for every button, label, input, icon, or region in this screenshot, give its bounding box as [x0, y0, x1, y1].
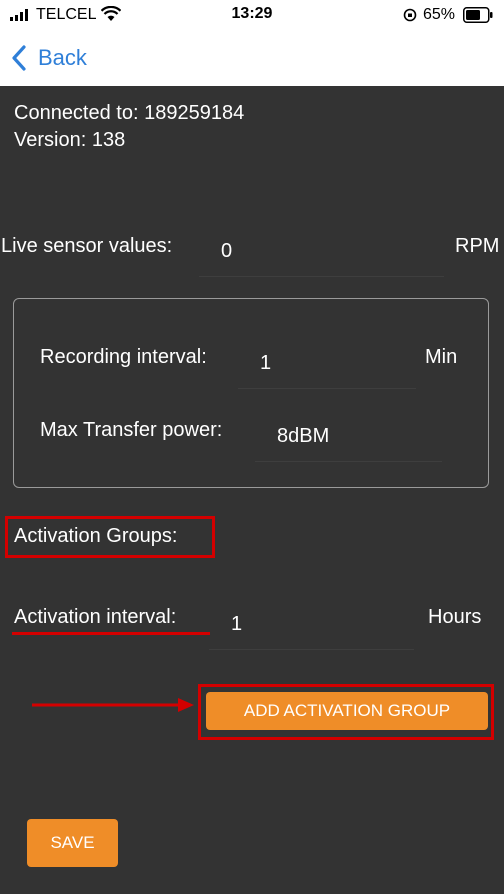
back-label: Back	[38, 45, 87, 70]
live-sensor-value: 0	[199, 240, 444, 277]
activation-groups-label: Activation Groups:	[14, 525, 178, 547]
max-transfer-power-label: Max Transfer power:	[40, 419, 223, 441]
status-bar: TELCEL 13:29 65%	[0, 0, 504, 30]
version-text: Version: 138	[14, 129, 126, 151]
live-sensor-label: Live sensor values:	[1, 235, 173, 257]
activation-interval-label: Activation interval:	[14, 606, 177, 628]
save-button[interactable]: SAVE	[27, 819, 118, 867]
recording-interval-input[interactable]: 1	[238, 352, 416, 389]
add-activation-group-button[interactable]: ADD ACTIVATION GROUP	[206, 692, 488, 730]
orientation-lock-icon	[403, 8, 417, 22]
chevron-left-icon	[12, 45, 26, 71]
max-transfer-power-input[interactable]: 8dBM	[255, 425, 442, 462]
battery-percent: 65%	[423, 6, 456, 23]
battery-icon	[463, 7, 493, 23]
activation-interval-unit: Hours	[428, 606, 482, 628]
recording-interval-label: Recording interval:	[40, 346, 207, 368]
activation-interval-input[interactable]: 1	[209, 613, 414, 650]
recording-interval-unit: Min	[425, 346, 458, 368]
activation-interval-underline	[12, 632, 210, 635]
live-sensor-unit: RPM	[455, 235, 500, 257]
navigation-bar: Back	[0, 30, 504, 86]
back-button[interactable]: Back	[10, 40, 87, 76]
arrow-right-icon	[32, 698, 194, 712]
connected-to-text: Connected to: 189259184	[14, 102, 245, 124]
